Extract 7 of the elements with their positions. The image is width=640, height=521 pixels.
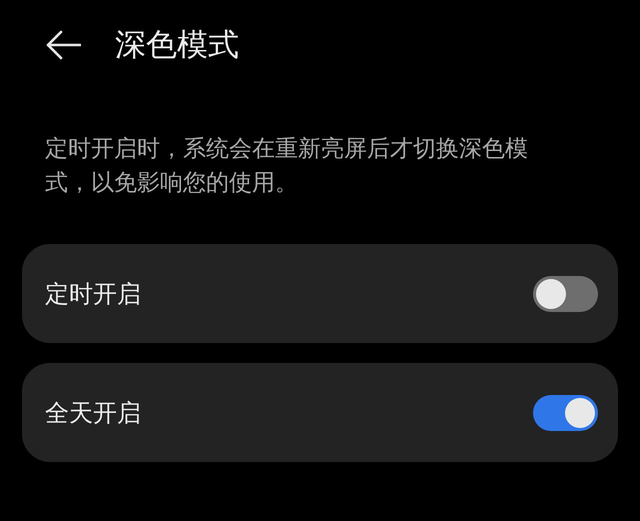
page-title: 深色模式 <box>115 26 239 65</box>
option-label: 全天开启 <box>45 398 141 428</box>
toggle-switch[interactable] <box>533 276 598 312</box>
description-text: 定时开启时，系统会在重新亮屏后才切换深色模式，以免影响您的使用。 <box>45 135 529 198</box>
option-label: 定时开启 <box>45 278 141 310</box>
back-icon[interactable] <box>45 30 81 60</box>
toggle-switch[interactable] <box>533 394 598 430</box>
